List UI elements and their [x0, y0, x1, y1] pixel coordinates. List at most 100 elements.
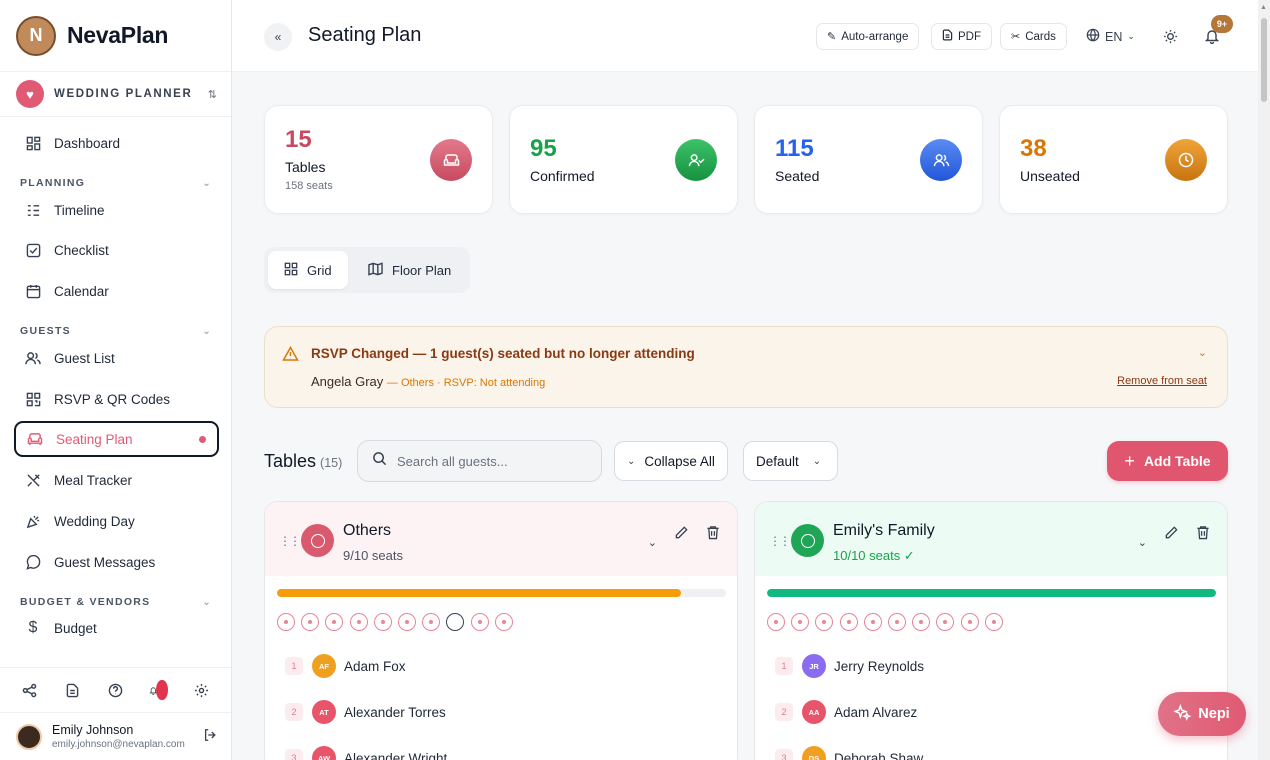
- chevron-down-icon[interactable]: ⌄: [648, 536, 657, 549]
- guest-row[interactable]: 2 AT Alexander Torres: [285, 700, 446, 724]
- scrollbar-thumb[interactable]: [1261, 18, 1267, 102]
- auto-arrange-button[interactable]: ✎ Auto-arrange: [816, 23, 920, 50]
- chevron-down-icon[interactable]: ⌄: [1138, 536, 1147, 549]
- seat-dot[interactable]: [349, 613, 368, 631]
- remove-from-seat-link[interactable]: Remove from seat: [1117, 375, 1207, 387]
- gear-icon[interactable]: [192, 680, 212, 700]
- seat-dot[interactable]: [494, 613, 513, 631]
- sidebar-item-timeline[interactable]: Timeline: [14, 192, 219, 228]
- sort-select[interactable]: Default ⌄: [743, 441, 838, 481]
- grid-view-button[interactable]: Grid: [268, 251, 348, 289]
- theme-toggle-sun-icon[interactable]: [1159, 25, 1181, 47]
- sparkles-icon: [1173, 703, 1192, 725]
- scrollbar-track[interactable]: [1258, 0, 1270, 760]
- seat-dot[interactable]: [984, 613, 1003, 631]
- help-icon[interactable]: [106, 680, 126, 700]
- plus-icon: +: [1124, 450, 1135, 471]
- guest-name: Adam Alvarez: [834, 704, 918, 720]
- workspace-switcher[interactable]: ♥ WEDDING PLANNER ⇅: [0, 72, 231, 117]
- seat-dot[interactable]: [960, 613, 979, 631]
- edit-pencil-icon[interactable]: [674, 525, 689, 545]
- seat-dot[interactable]: [325, 613, 344, 631]
- sidebar-item-calendar[interactable]: Calendar: [14, 273, 219, 309]
- seat-dot[interactable]: [422, 613, 441, 631]
- user-profile[interactable]: Emily Johnson emily.johnson@nevaplan.com: [0, 712, 231, 760]
- collapse-all-button[interactable]: ⌄ Collapse All: [614, 441, 728, 481]
- sidebar-item-checklist[interactable]: Checklist: [14, 232, 219, 268]
- section-planning[interactable]: PLANNING ⌄: [20, 177, 212, 189]
- seat-dot[interactable]: [446, 613, 465, 631]
- sidebar-item-rsvp-qr[interactable]: RSVP & QR Codes: [14, 381, 219, 417]
- cards-button[interactable]: ✂ Cards: [1000, 23, 1067, 50]
- sidebar-item-meal-tracker[interactable]: Meal Tracker: [14, 462, 219, 498]
- seat-dot[interactable]: [791, 613, 810, 631]
- search-input[interactable]: [397, 453, 587, 469]
- guest-row[interactable]: 3 AW Alexander Wright: [285, 746, 447, 760]
- users-icon: [920, 139, 962, 181]
- drag-handle-icon[interactable]: ⋮⋮: [279, 534, 301, 548]
- table-card-header[interactable]: ⋮⋮ Emily's Family 10/10 seats ✓ ⌄: [755, 502, 1227, 576]
- guest-row[interactable]: 2 AA Adam Alvarez: [775, 700, 917, 724]
- trash-icon[interactable]: [1196, 525, 1210, 545]
- guest-row[interactable]: 1 JR Jerry Reynolds: [775, 654, 924, 678]
- seat-dot[interactable]: [936, 613, 955, 631]
- seat-dot[interactable]: [301, 613, 320, 631]
- sidebar-item-guest-messages[interactable]: Guest Messages: [14, 544, 219, 580]
- table-card-emilys-family: ⋮⋮ Emily's Family 10/10 seats ✓ ⌄ 1 JR Jer…: [754, 501, 1228, 760]
- avatar: AF: [312, 654, 336, 678]
- trash-icon[interactable]: [706, 525, 720, 545]
- language-selector[interactable]: EN ⌄: [1086, 28, 1135, 45]
- add-table-button[interactable]: + Add Table: [1107, 441, 1228, 481]
- seat-dot[interactable]: [815, 613, 834, 631]
- floor-plan-view-button[interactable]: Floor Plan: [352, 251, 467, 289]
- sidebar-item-dashboard[interactable]: Dashboard: [14, 125, 219, 161]
- qr-code-icon: [24, 390, 42, 408]
- table-name: Emily's Family: [833, 522, 935, 539]
- stat-sub: 158 seats: [285, 180, 333, 192]
- sidebar-item-seating-plan[interactable]: Seating Plan: [14, 421, 219, 457]
- edit-pencil-icon[interactable]: [1164, 525, 1179, 545]
- avatar: [16, 723, 42, 750]
- message-circle-icon: [24, 553, 42, 571]
- heart-icon: ♥: [16, 80, 44, 108]
- view-toggle: Grid Floor Plan: [264, 247, 470, 293]
- document-icon[interactable]: [63, 680, 83, 700]
- logout-icon[interactable]: [203, 728, 217, 745]
- sofa-icon: [26, 430, 44, 448]
- bell-icon[interactable]: [148, 680, 169, 700]
- brand[interactable]: N NevaPlan: [0, 0, 231, 72]
- seat-dot[interactable]: [397, 613, 416, 631]
- seat-number: 3: [775, 749, 793, 760]
- seat-dot[interactable]: [887, 613, 906, 631]
- seat-dot[interactable]: [912, 613, 931, 631]
- guest-name: Alexander Torres: [344, 704, 446, 720]
- seat-dot[interactable]: [470, 613, 489, 631]
- share-icon[interactable]: [20, 680, 40, 700]
- sidebar-item-budget[interactable]: $ Budget: [14, 610, 219, 646]
- seat-dot[interactable]: [277, 613, 295, 631]
- collapse-sidebar-button[interactable]: «: [264, 23, 292, 51]
- seat-dot[interactable]: [373, 613, 392, 631]
- sidebar-item-wedding-day[interactable]: Wedding Day: [14, 503, 219, 539]
- sidebar-item-guest-list[interactable]: Guest List: [14, 340, 219, 376]
- guest-search[interactable]: [357, 440, 602, 482]
- guest-row[interactable]: 3 DS Deborah Shaw: [775, 746, 923, 760]
- nepi-assistant-button[interactable]: Nepi: [1158, 692, 1246, 736]
- seat-dot[interactable]: [767, 613, 785, 631]
- stat-label: Unseated: [1020, 168, 1080, 184]
- alert-expand-chevron-icon[interactable]: ⌄: [1198, 346, 1207, 359]
- section-label: BUDGET & VENDORS: [20, 596, 151, 608]
- pdf-button[interactable]: PDF: [931, 23, 992, 50]
- scroll-up-arrow-icon[interactable]: ▲: [1260, 4, 1267, 11]
- chevron-down-icon: ⌄: [202, 325, 212, 337]
- seat-dot[interactable]: [839, 613, 858, 631]
- section-guests[interactable]: GUESTS ⌄: [20, 325, 212, 337]
- avatar: AT: [312, 700, 336, 724]
- guest-row[interactable]: 1 AF Adam Fox: [285, 654, 406, 678]
- table-card-header[interactable]: ⋮⋮ Others 9/10 seats ⌄: [265, 502, 737, 576]
- seat-dot[interactable]: [863, 613, 882, 631]
- sidebar-item-label: Meal Tracker: [54, 472, 133, 488]
- drag-handle-icon[interactable]: ⋮⋮: [769, 534, 791, 548]
- magic-wand-icon: ✎: [827, 31, 837, 43]
- section-budget-vendors[interactable]: BUDGET & VENDORS ⌄: [20, 596, 212, 608]
